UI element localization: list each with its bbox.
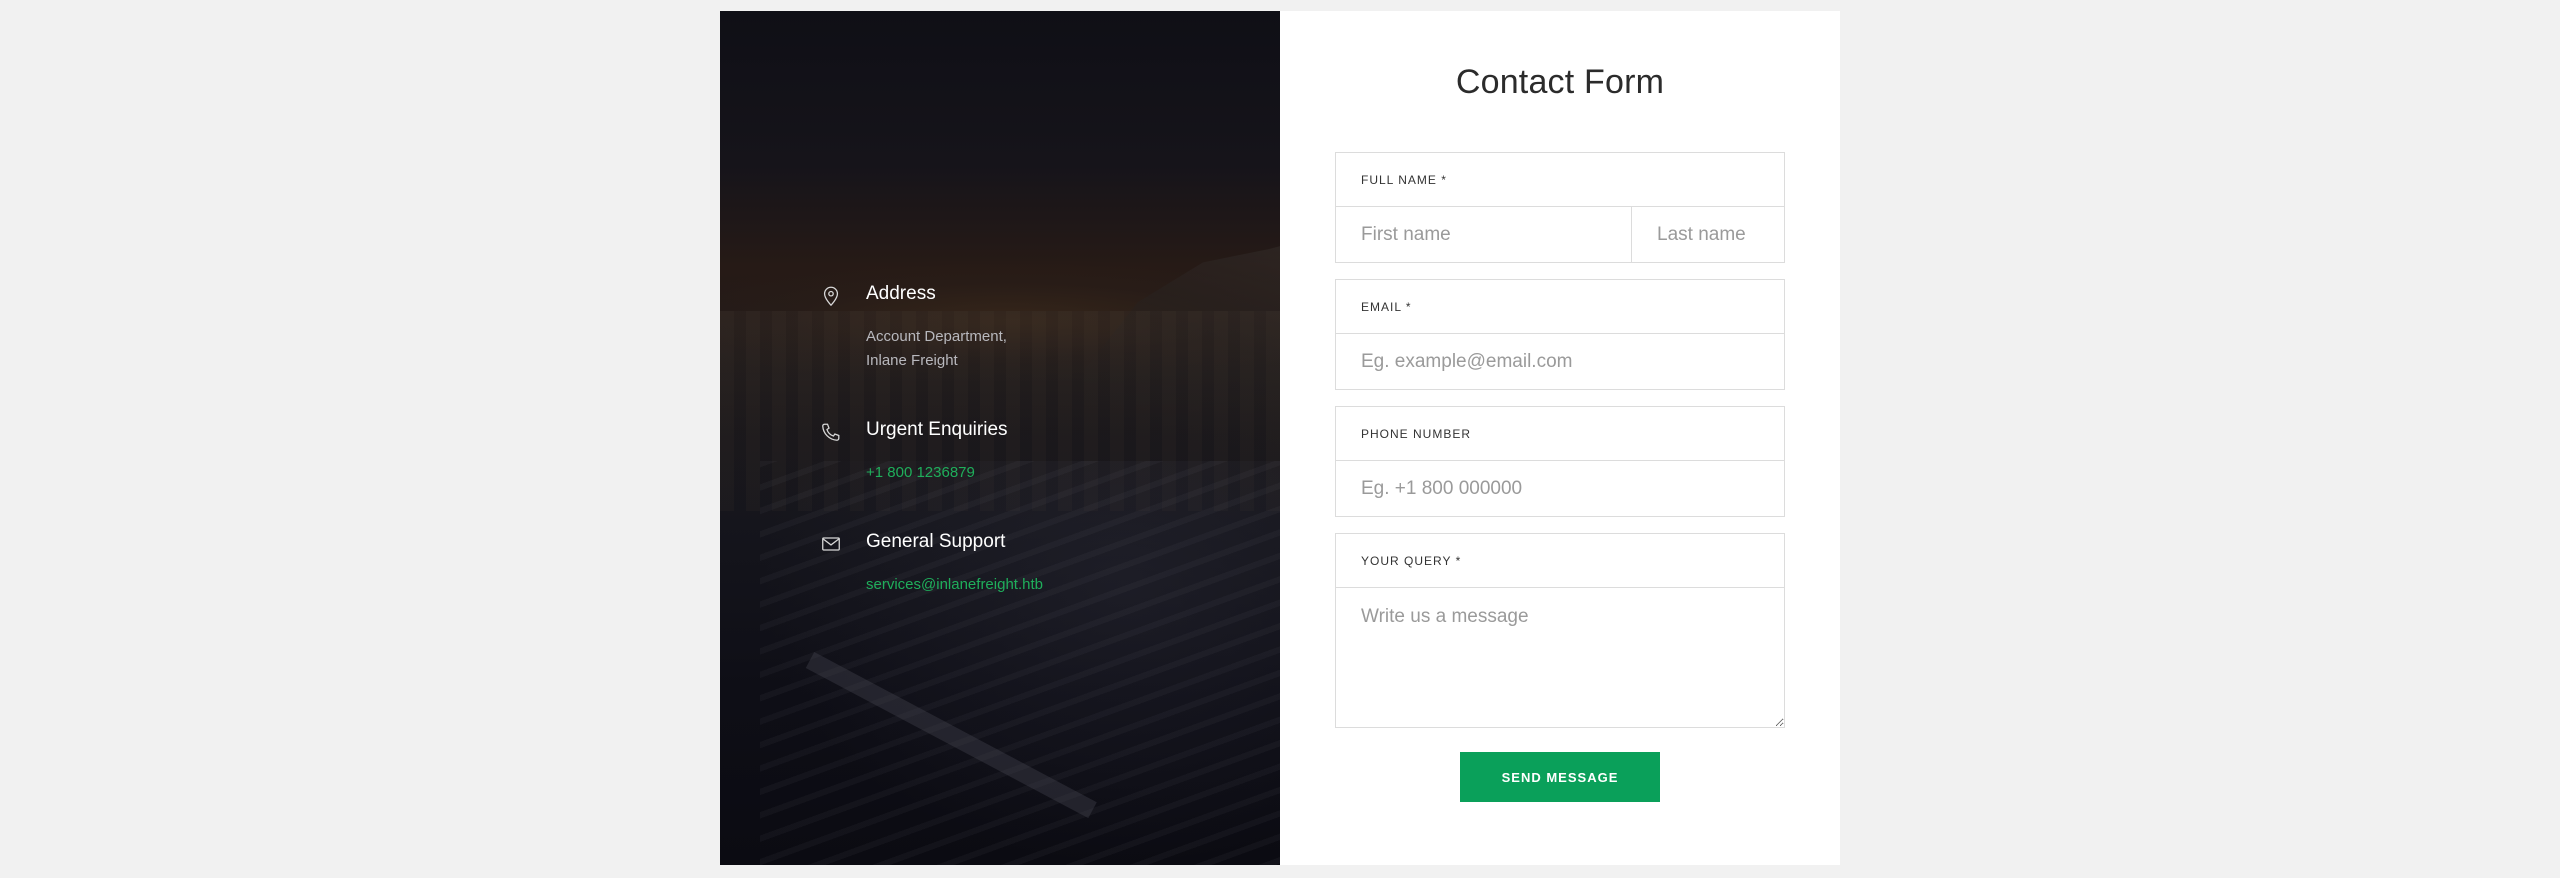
general-support-title: General Support bbox=[866, 531, 1006, 552]
urgent-enquiries-title: Urgent Enquiries bbox=[866, 419, 1008, 440]
phone-label: PHONE NUMBER bbox=[1336, 407, 1784, 461]
full-name-field: FULL NAME * bbox=[1335, 152, 1927, 263]
map-pin-icon bbox=[820, 285, 842, 307]
email-field: EMAIL * bbox=[1335, 279, 1785, 390]
query-textarea[interactable] bbox=[1336, 588, 1784, 727]
phone-input[interactable] bbox=[1336, 461, 1784, 516]
send-message-button[interactable]: SEND MESSAGE bbox=[1460, 752, 1660, 802]
contact-info-panel: Address Account Department, Inlane Freig… bbox=[720, 11, 1280, 865]
phone-icon bbox=[820, 421, 842, 443]
address-line-2: Inlane Freight bbox=[866, 352, 958, 369]
form-title: Contact Form bbox=[1455, 63, 1665, 101]
background-harbor bbox=[760, 461, 1280, 865]
first-name-input[interactable] bbox=[1336, 207, 1631, 262]
full-name-label: FULL NAME * bbox=[1336, 153, 1784, 207]
envelope-icon bbox=[820, 533, 842, 555]
phone-field: PHONE NUMBER bbox=[1335, 406, 1785, 517]
phone-link[interactable]: +1 800 1236879 bbox=[866, 464, 975, 481]
query-field: YOUR QUERY * bbox=[1335, 533, 1785, 728]
email-label: EMAIL * bbox=[1336, 280, 1784, 334]
email-input[interactable] bbox=[1336, 334, 1784, 389]
last-name-input[interactable] bbox=[1631, 207, 1927, 262]
contact-form-panel: Contact Form FULL NAME * EMAIL * PHONE N… bbox=[1280, 11, 1927, 865]
contact-section: Address Account Department, Inlane Freig… bbox=[720, 11, 1927, 865]
address-line-1: Account Department, bbox=[866, 328, 1007, 345]
email-link[interactable]: services@inlanefreight.htb bbox=[866, 576, 1043, 593]
query-label: YOUR QUERY * bbox=[1336, 534, 1784, 588]
address-title: Address bbox=[866, 283, 936, 304]
